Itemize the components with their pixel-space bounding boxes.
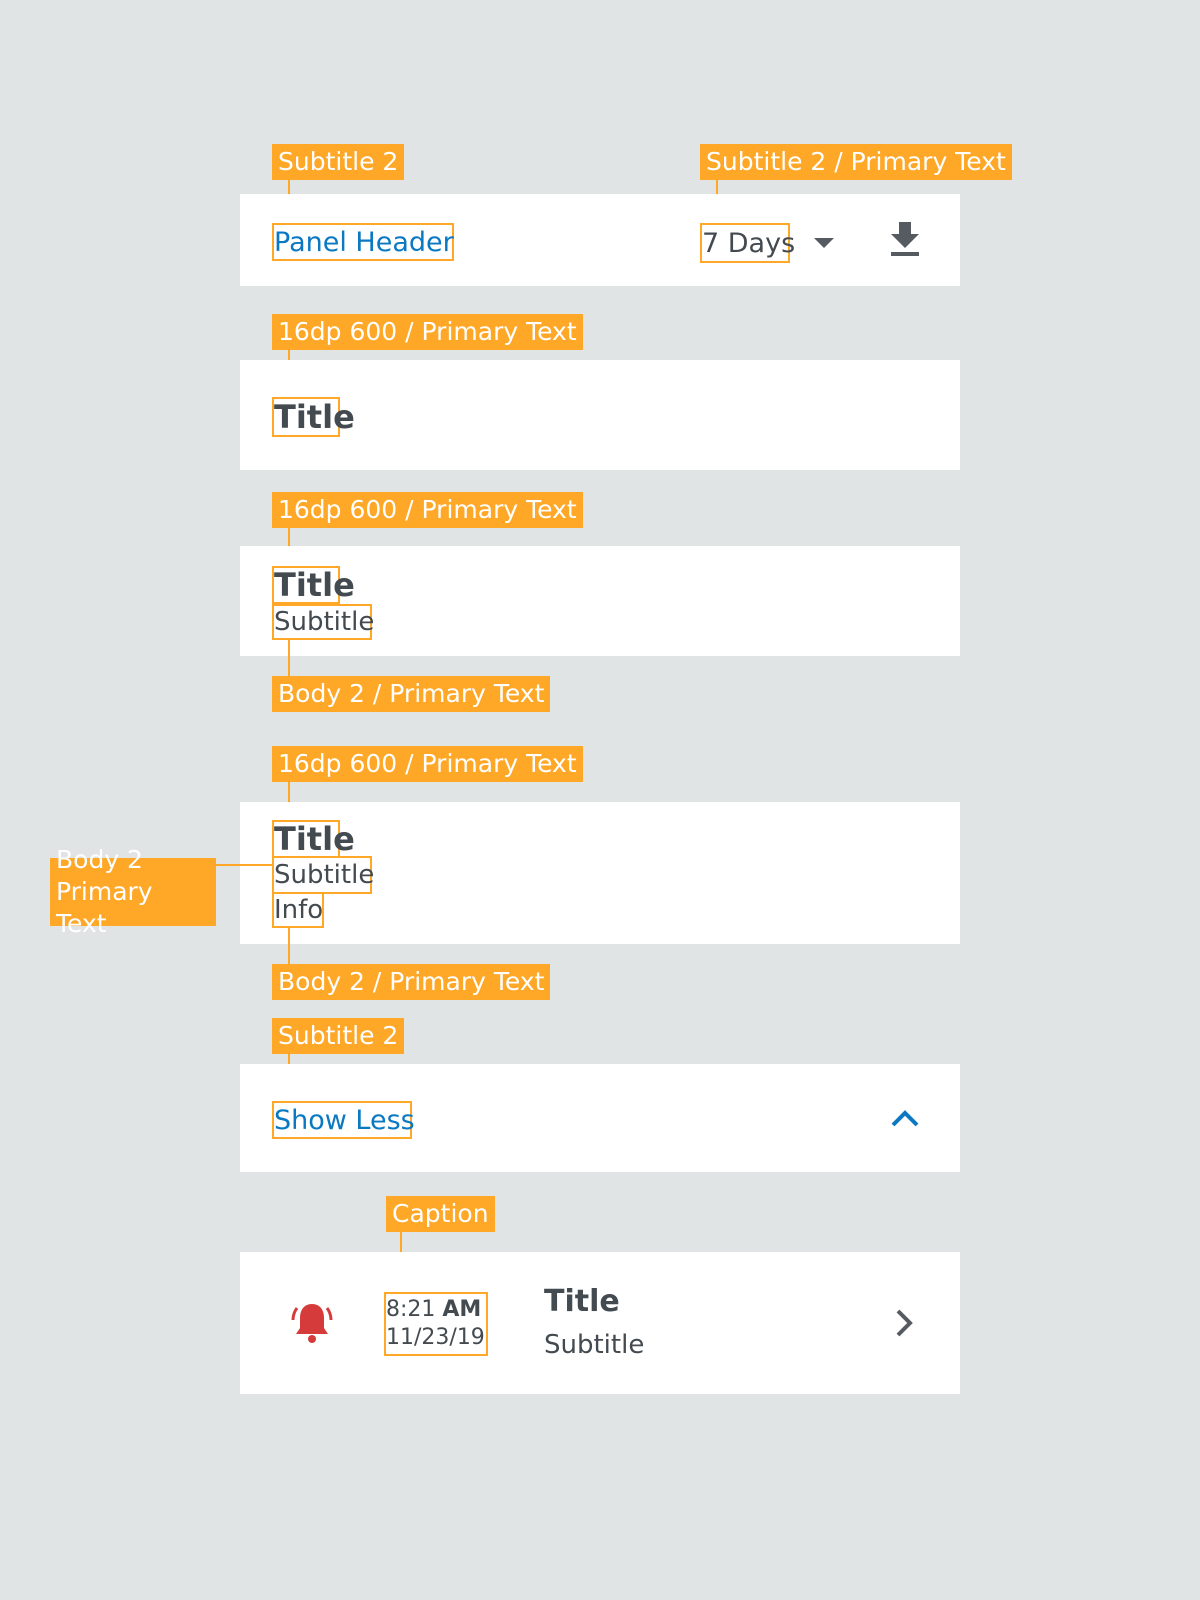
- alert-date: 11/23/19: [386, 1325, 485, 1350]
- alert-title: Title: [544, 1284, 620, 1319]
- annotation-subtitle2: Subtitle 2: [272, 144, 405, 180]
- show-less-link[interactable]: Show Less: [272, 1101, 415, 1139]
- annotation-16dp-600: 16dp 600 / Primary Text: [272, 746, 583, 782]
- card-title: Title: [272, 566, 355, 604]
- panel-header-card: Panel Header 7 Days: [240, 194, 960, 286]
- title-subtitle-info-card: Title Subtitle Info: [240, 802, 960, 944]
- annotation-16dp-600: 16dp 600 / Primary Text: [272, 314, 583, 350]
- panel-header-title: Panel Header: [272, 223, 454, 261]
- download-icon[interactable]: [888, 220, 922, 258]
- bell-alarm-icon: [291, 1304, 333, 1343]
- dropdown-arrow-icon[interactable]: [812, 236, 836, 250]
- show-less-card: Show Less: [240, 1064, 960, 1172]
- annotation-leader: [288, 928, 290, 968]
- annotation-line: Primary Text: [56, 877, 153, 938]
- annotation-leader: [288, 640, 290, 678]
- chevron-right-icon[interactable]: [894, 1308, 914, 1338]
- annotation-line: Body 2: [56, 845, 143, 874]
- card-subtitle: Subtitle: [272, 856, 374, 894]
- card-subtitle: Subtitle: [272, 604, 374, 640]
- date-range-select[interactable]: 7 Days: [700, 223, 795, 263]
- alert-meridiem: AM: [442, 1297, 482, 1322]
- title-subtitle-card: Title Subtitle: [240, 546, 960, 656]
- alert-time-line: 8:21 AM: [386, 1296, 481, 1324]
- alert-timestamp: 8:21 AM 11/23/19: [384, 1292, 488, 1356]
- chevron-up-icon[interactable]: [890, 1108, 920, 1128]
- annotation-16dp-600: 16dp 600 / Primary Text: [272, 492, 583, 528]
- card-title: Title: [272, 820, 355, 858]
- alert-row-card[interactable]: 8:21 AM 11/23/19 Title Subtitle: [240, 1252, 960, 1394]
- card-info: Info: [272, 892, 324, 928]
- alert-subtitle: Subtitle: [544, 1330, 645, 1360]
- annotation-body2-primary-stacked: Body 2 Primary Text: [50, 845, 216, 938]
- annotation-subtitle2-primary: Subtitle 2 / Primary Text: [700, 144, 1012, 180]
- alert-time: 8:21: [386, 1297, 436, 1322]
- annotation-subtitle2: Subtitle 2: [272, 1018, 405, 1054]
- title-card: Title: [240, 360, 960, 470]
- annotation-caption: Caption: [386, 1196, 495, 1232]
- annotation-leader: [216, 864, 272, 866]
- annotation-body2-primary: Body 2 / Primary Text: [272, 964, 551, 1000]
- card-title: Title: [272, 397, 355, 437]
- annotation-body2-primary: Body 2 / Primary Text: [272, 676, 551, 712]
